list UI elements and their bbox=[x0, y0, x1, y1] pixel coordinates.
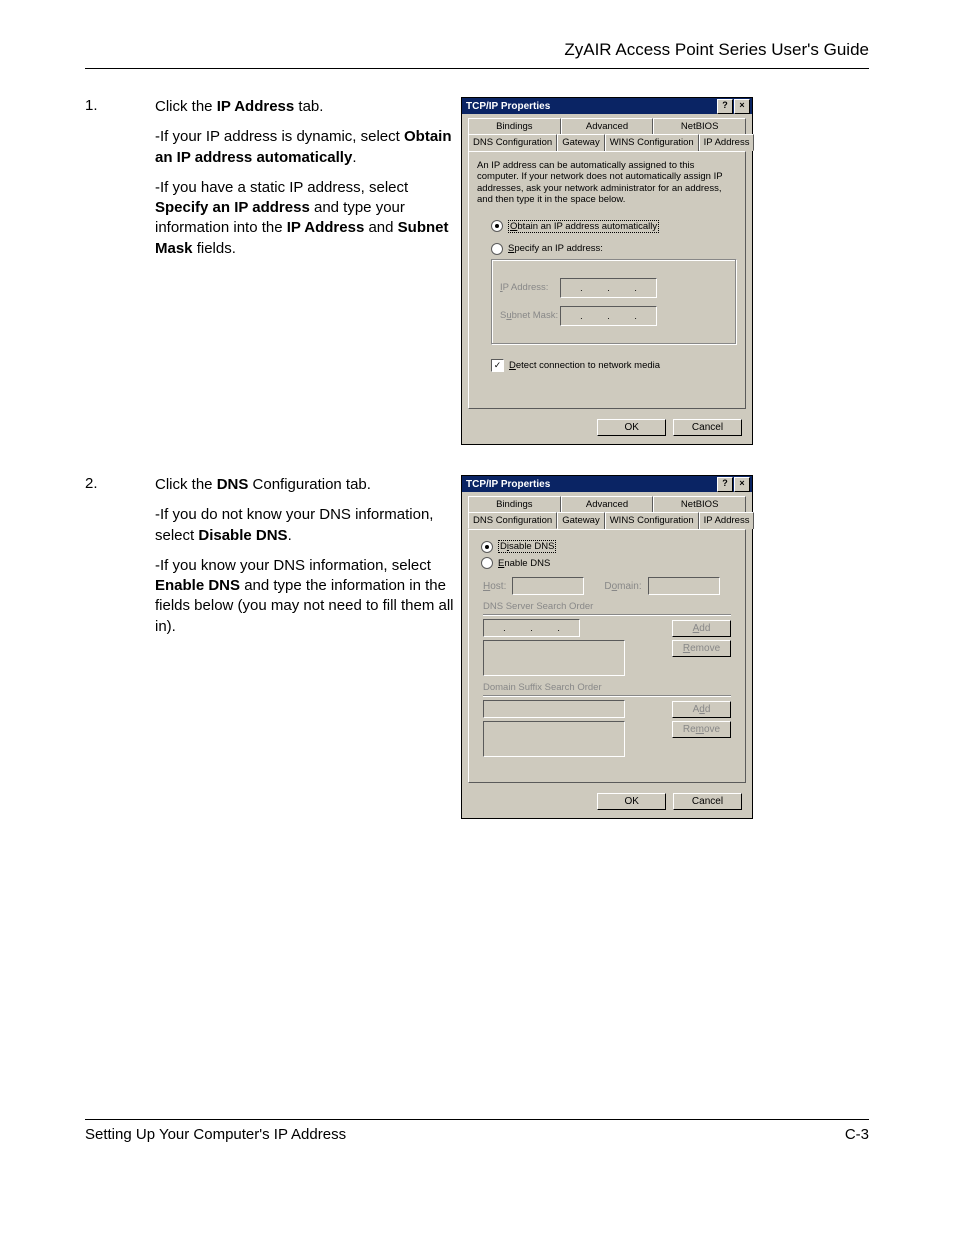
suffix-list bbox=[483, 721, 625, 757]
tab-ip-address[interactable]: IP Address bbox=[699, 512, 755, 529]
remove-button: Remove bbox=[672, 721, 731, 738]
dns-ip-input: . . . bbox=[483, 619, 580, 637]
remove-button: Remove bbox=[672, 640, 731, 657]
ip-address-label: IP Address: bbox=[500, 282, 560, 293]
tab-dns-config[interactable]: DNS Configuration bbox=[468, 512, 557, 529]
footer-page-number: C-3 bbox=[845, 1126, 869, 1143]
domain-input bbox=[648, 577, 720, 595]
dns-search-order-label: DNS Server Search Order bbox=[483, 601, 739, 612]
radio-obtain-label: btain an IP address automatically bbox=[517, 221, 657, 232]
cancel-button[interactable]: Cancel bbox=[673, 793, 742, 810]
tab-gateway[interactable]: Gateway bbox=[557, 134, 605, 151]
radio-obtain-auto[interactable]: Obtain an IP address automatically bbox=[491, 220, 737, 233]
page-header: ZyAIR Access Point Series User's Guide bbox=[85, 40, 869, 69]
cancel-button[interactable]: Cancel bbox=[673, 419, 742, 436]
ip-address-input: . . . bbox=[560, 278, 657, 298]
tab-wins-config[interactable]: WINS Configuration bbox=[605, 134, 699, 151]
dns-list bbox=[483, 640, 625, 676]
ok-button[interactable]: OK bbox=[597, 793, 666, 810]
step-1-text: Click the IP Address tab. -If your IP ad… bbox=[155, 97, 461, 269]
tab-advanced[interactable]: Advanced bbox=[561, 118, 654, 134]
radio-specify-label: pecify an IP address: bbox=[514, 243, 603, 254]
detect-label: etect connection to network media bbox=[516, 360, 660, 371]
tab-dns-config[interactable]: DNS Configuration bbox=[468, 134, 557, 151]
step-number: 2. bbox=[85, 475, 155, 492]
radio-disable-dns[interactable]: Disable DNS bbox=[481, 540, 739, 553]
dialog-title: TCP/IP Properties bbox=[466, 101, 550, 112]
tab-ip-address[interactable]: IP Address bbox=[699, 134, 755, 151]
detect-connection-checkbox[interactable]: ✓ Detect connection to network media bbox=[491, 359, 737, 372]
tab-wins-config[interactable]: WINS Configuration bbox=[605, 512, 699, 529]
tab-netbios[interactable]: NetBIOS bbox=[653, 118, 746, 134]
tab-netbios[interactable]: NetBIOS bbox=[653, 496, 746, 512]
subnet-mask-input: . . . bbox=[560, 306, 657, 326]
radio-enable-dns[interactable]: Enable DNS bbox=[481, 557, 739, 569]
help-icon[interactable]: ? bbox=[717, 477, 733, 492]
close-icon[interactable]: × bbox=[734, 99, 750, 114]
host-input bbox=[512, 577, 584, 595]
tab-bindings[interactable]: Bindings bbox=[468, 118, 561, 134]
tab-advanced[interactable]: Advanced bbox=[561, 496, 654, 512]
step-number: 1. bbox=[85, 97, 155, 114]
tab-gateway[interactable]: Gateway bbox=[557, 512, 605, 529]
domain-label: Domain: bbox=[604, 581, 641, 592]
subnet-mask-label: Subnet Mask: bbox=[500, 310, 560, 321]
tcpip-properties-dialog-dns: TCP/IP Properties ? × Bindings Advanced … bbox=[461, 475, 753, 819]
dialog-title: TCP/IP Properties bbox=[466, 479, 550, 490]
tab-bindings[interactable]: Bindings bbox=[468, 496, 561, 512]
domain-suffix-order-label: Domain Suffix Search Order bbox=[483, 682, 739, 693]
ok-button[interactable]: OK bbox=[597, 419, 666, 436]
host-label: Host: bbox=[483, 581, 506, 592]
add-button: Add bbox=[672, 620, 731, 637]
add-button: Add bbox=[672, 701, 731, 718]
tcpip-properties-dialog-ip: TCP/IP Properties ? × Bindings Advanced … bbox=[461, 97, 753, 445]
footer-left: Setting Up Your Computer's IP Address bbox=[85, 1126, 346, 1143]
suffix-input bbox=[483, 700, 625, 718]
radio-specify[interactable]: Specify an IP address: bbox=[491, 243, 737, 255]
dialog-description: An IP address can be automatically assig… bbox=[477, 160, 737, 206]
help-icon[interactable]: ? bbox=[717, 99, 733, 114]
close-icon[interactable]: × bbox=[734, 477, 750, 492]
step-2-text: Click the DNS Configuration tab. -If you… bbox=[155, 475, 461, 647]
